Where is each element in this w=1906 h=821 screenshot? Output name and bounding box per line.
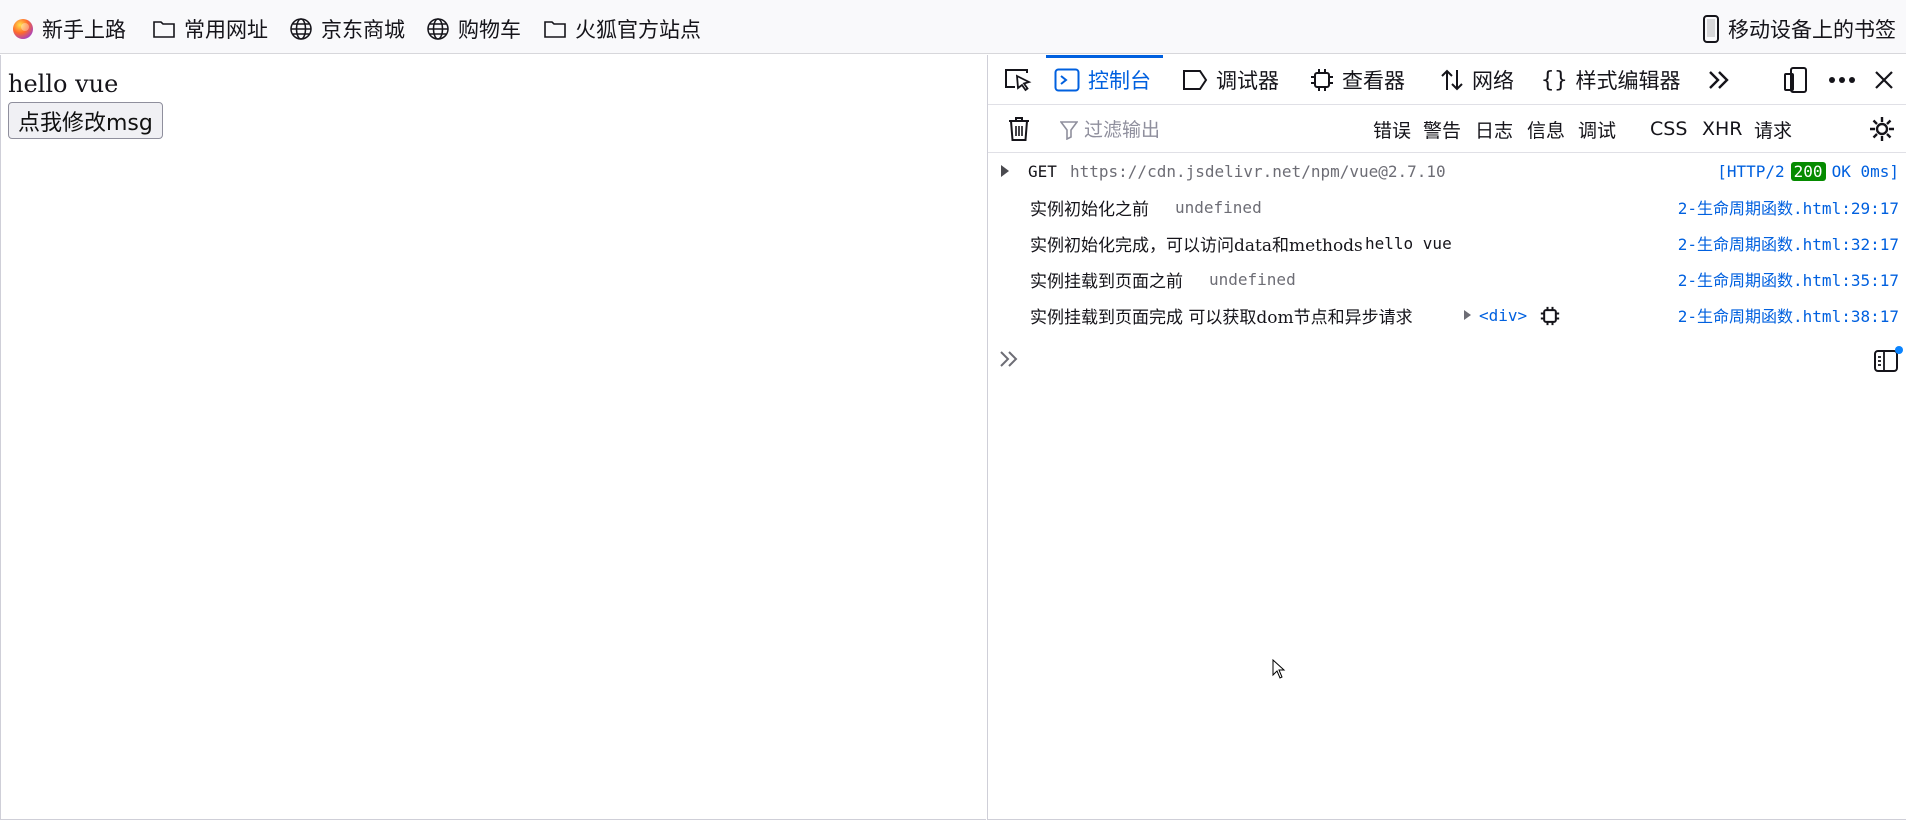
log-text: 实例初始化之前 xyxy=(1030,199,1149,220)
log-value: undefined xyxy=(1175,197,1262,217)
status-badge: 200 xyxy=(1790,161,1826,181)
log-text: 实例初始化完成，可以访问data和methods xyxy=(1030,235,1363,256)
tab-label: 调试器 xyxy=(1216,69,1279,93)
inspector-icon xyxy=(1311,69,1333,91)
status-prefix: [HTTP/2 xyxy=(1717,161,1785,181)
network-icon xyxy=(1441,69,1463,91)
log-value: undefined xyxy=(1209,269,1296,289)
expand-arrow-icon xyxy=(1001,165,1009,177)
element-picker-icon[interactable] xyxy=(996,55,1040,105)
page-content: hello vue 点我修改msg xyxy=(0,55,986,820)
console-icon xyxy=(1054,68,1080,92)
log-source-link[interactable]: 2-生命周期函数.html:35:17 xyxy=(1678,267,1899,291)
bookmark-label: 京东商城 xyxy=(321,18,405,42)
devtools-tab-bar: 控制台 调试器 查看器 网络 {} 样式编辑器 xyxy=(988,55,1906,105)
log-source-link[interactable]: 2-生命周期函数.html:32:17 xyxy=(1678,231,1899,255)
bookmark-folder[interactable]: 常用网址 xyxy=(152,14,268,44)
page-message: hello vue xyxy=(8,70,119,98)
status-suffix: OK 0ms] xyxy=(1831,161,1899,181)
globe-icon xyxy=(290,18,312,40)
tab-label: 查看器 xyxy=(1342,69,1405,93)
log-value: hello vue xyxy=(1365,233,1452,253)
change-msg-button[interactable]: 点我修改msg xyxy=(8,102,163,139)
tab-label: 控制台 xyxy=(1088,69,1151,93)
prompt-chevron-icon xyxy=(1000,351,1018,367)
tab-inspector[interactable]: 查看器 xyxy=(1310,55,1405,105)
filter-type-xhr[interactable]: XHR xyxy=(1702,105,1743,153)
tab-console[interactable]: 控制台 xyxy=(1046,55,1163,105)
filter-level-info[interactable]: 信息 xyxy=(1527,105,1565,153)
bookmark-label: 移动设备上的书签 xyxy=(1728,18,1896,42)
bookmark-item[interactable]: 购物车 xyxy=(426,14,521,44)
console-settings-gear-icon[interactable] xyxy=(1864,105,1900,153)
trash-icon[interactable] xyxy=(1002,105,1036,153)
filter-level-logs[interactable]: 日志 xyxy=(1475,105,1513,153)
log-text: 实例挂载到页面之前 xyxy=(1030,271,1183,292)
bookmark-label: 新手上路 xyxy=(42,18,126,42)
filter-input[interactable] xyxy=(1056,113,1346,147)
tab-debugger[interactable]: 调试器 xyxy=(1182,55,1279,105)
expand-arrow-icon[interactable] xyxy=(1463,309,1472,321)
bookmarks-toolbar: 新手上路 常用网址 京东商城 购物车 火狐官方站点 移动设备上的书签 xyxy=(0,0,1906,54)
tab-style-editor[interactable]: {} 样式编辑器 xyxy=(1541,55,1681,105)
console-filter-bar: 错误 警告 日志 信息 调试 CSS XHR 请求 xyxy=(988,105,1906,153)
console-input-row[interactable] xyxy=(988,339,1906,379)
folder-icon xyxy=(153,21,175,38)
request-url[interactable]: https://cdn.jsdelivr.net/npm/vue@2.7.10 xyxy=(1070,162,1446,181)
bookmark-item[interactable]: 京东商城 xyxy=(289,14,405,44)
filter-type-requests[interactable]: 请求 xyxy=(1754,105,1792,153)
tab-label: 样式编辑器 xyxy=(1575,69,1681,93)
console-log-message: 实例初始化之前 undefined 2-生命周期函数.html:29:17 xyxy=(988,189,1906,225)
console-log-message: 实例初始化完成，可以访问data和methods hello vue 2-生命周… xyxy=(988,225,1906,261)
log-source-link[interactable]: 2-生命周期函数.html:29:17 xyxy=(1678,195,1899,219)
close-icon[interactable] xyxy=(1866,55,1902,105)
globe-icon xyxy=(427,18,449,40)
bookmark-folder[interactable]: 火狐官方站点 xyxy=(543,14,701,44)
filter-type-css[interactable]: CSS xyxy=(1650,105,1687,153)
bookmark-item[interactable]: 新手上路 xyxy=(12,14,126,44)
console-log-message: 实例挂载到页面完成 可以获取dom节点和异步请求 <div> 2-生命周期函数.… xyxy=(988,297,1906,333)
responsive-design-icon[interactable] xyxy=(1776,55,1816,105)
debugger-icon xyxy=(1183,70,1208,90)
filter-level-debug[interactable]: 调试 xyxy=(1578,105,1616,153)
inspect-node-icon[interactable] xyxy=(1540,306,1560,326)
more-tabs-chevron-icon[interactable] xyxy=(1701,55,1737,105)
mouse-cursor-icon xyxy=(1272,659,1286,679)
log-text: 实例挂载到页面完成 可以获取dom节点和异步请求 xyxy=(1030,307,1413,328)
request-method: GET xyxy=(1028,161,1057,181)
log-source-link[interactable]: 2-生命周期函数.html:38:17 xyxy=(1678,303,1899,327)
console-log-message: 实例挂载到页面之前 undefined 2-生命周期函数.html:35:17 xyxy=(988,261,1906,297)
style-editor-icon: {} xyxy=(1541,67,1568,93)
bookmark-label: 火狐官方站点 xyxy=(575,18,701,42)
filter-level-errors[interactable]: 错误 xyxy=(1373,105,1411,153)
folder-icon xyxy=(544,21,566,38)
firefox-icon xyxy=(13,19,33,39)
bookmark-label: 购物车 xyxy=(458,18,521,42)
request-status: [HTTP/2 200 OK 0ms] xyxy=(1717,161,1899,181)
mobile-phone-icon xyxy=(1703,15,1719,43)
console-network-message[interactable]: GET https://cdn.jsdelivr.net/npm/vue@2.7… xyxy=(988,153,1906,189)
sidebar-toggle-icon[interactable] xyxy=(1873,345,1903,375)
tab-network[interactable]: 网络 xyxy=(1440,55,1514,105)
filter-level-warnings[interactable]: 警告 xyxy=(1423,105,1461,153)
bookmark-label: 常用网址 xyxy=(184,18,268,42)
tab-label: 网络 xyxy=(1472,69,1514,93)
dom-node-value[interactable]: <div> xyxy=(1479,306,1527,325)
mobile-bookmarks[interactable]: 移动设备上的书签 xyxy=(1702,14,1896,44)
more-options-icon[interactable] xyxy=(1822,55,1862,105)
devtools-panel: 控制台 调试器 查看器 网络 {} 样式编辑器 过滤输出 错误 警告 日志 信息… xyxy=(987,55,1906,820)
